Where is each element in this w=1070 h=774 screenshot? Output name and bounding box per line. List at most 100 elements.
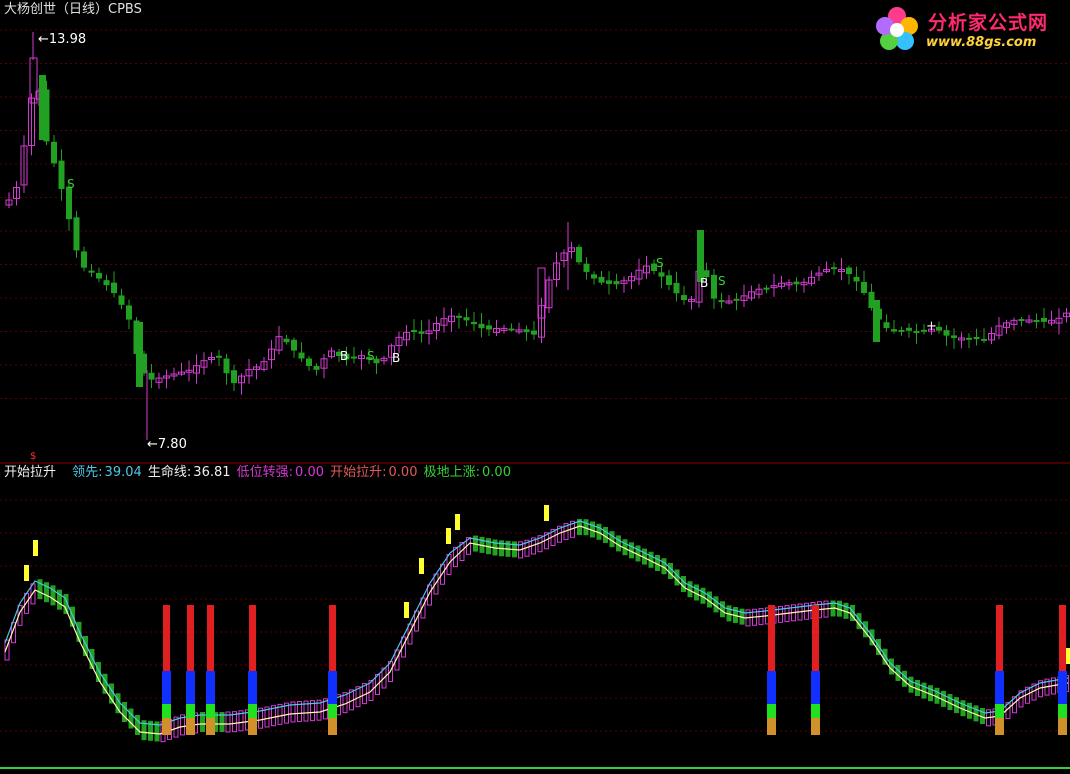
candle-body-down <box>613 281 620 285</box>
candle-body-down <box>103 280 110 286</box>
legend-lead-value: 39.04 <box>104 465 142 480</box>
candle-body-down <box>418 331 425 334</box>
candle-body-down <box>456 315 462 318</box>
flower-logo-icon <box>876 7 918 50</box>
candle-body-down <box>523 329 530 333</box>
signal-col-red <box>249 605 256 671</box>
signal-col-green <box>1058 704 1067 718</box>
legend-polar-label: 极地上涨: <box>423 465 481 480</box>
signal-col-red <box>812 605 819 671</box>
candle-body-down <box>531 330 537 335</box>
candle-body-down <box>966 337 972 340</box>
candle-body-down <box>508 328 515 331</box>
signal-col-orange <box>995 718 1004 735</box>
signal-col-orange <box>811 718 820 735</box>
logo-url[interactable]: www.88gs.com <box>926 35 1036 50</box>
candle-body-down <box>231 370 237 384</box>
signal-label: B <box>340 349 348 363</box>
legend-lifeline-value: 36.81 <box>193 465 231 480</box>
signal-col-blue <box>811 671 820 704</box>
yellow-signal-tick <box>419 558 424 574</box>
candle-body-down <box>831 267 837 270</box>
high-price-label: ←13.98 <box>38 32 86 47</box>
yellow-signal-tick <box>446 528 451 544</box>
candle-body-down <box>58 160 65 189</box>
candle-body-down <box>111 282 117 294</box>
candle-body-down <box>283 338 290 343</box>
candle-body-down <box>471 321 477 325</box>
signal-col-blue <box>1058 671 1067 704</box>
signal-col-green <box>767 704 776 718</box>
candle-body-down <box>118 295 125 305</box>
candle-body-down <box>973 336 980 340</box>
chart-title: 大杨创世（日线）CPBS <box>4 2 142 17</box>
indicator-legend: 开始拉升 领先: 39.04 生命线: 36.81 低位转强: 0.00 开始拉升: 0… <box>4 465 513 480</box>
candle-body-down <box>306 358 312 366</box>
stock-chart-window: ←13.98 ←7.80 $ S B S B S B S + 大杨创世（日线）CPBS 分析家公式网… <box>0 0 1070 774</box>
legend-start-label: 开始拉升: <box>330 465 387 480</box>
yellow-signal-tick <box>404 602 409 618</box>
signal-col-orange <box>162 718 171 735</box>
low-price-label: ←7.80 <box>147 437 187 452</box>
candle-body-down <box>73 217 80 251</box>
candle-body-down <box>763 287 770 290</box>
candle-body-down <box>126 305 132 320</box>
candle-body-down <box>883 322 890 329</box>
signal-label: B <box>700 276 708 290</box>
signal-col-green <box>206 704 215 718</box>
candle-body-down <box>216 355 222 358</box>
signal-col-red <box>768 605 775 671</box>
candle-body-down <box>898 329 905 332</box>
signal-col-blue <box>206 671 215 704</box>
candle-body-down <box>598 276 605 283</box>
candle-body-down <box>96 272 102 279</box>
signal-col-orange <box>206 718 215 735</box>
candle-body-down <box>1041 317 1047 322</box>
candle-body-down <box>793 281 800 285</box>
signal-label: S <box>67 177 75 191</box>
signal-label: S <box>718 274 726 288</box>
candle-body-down <box>591 274 597 279</box>
candle-body-down <box>891 329 897 332</box>
yellow-signal-tick <box>33 540 38 556</box>
legend-polar-value: 0.00 <box>482 465 511 480</box>
candle-body-down <box>943 330 950 336</box>
candle-body-down <box>463 317 470 321</box>
signal-col-green <box>248 704 257 718</box>
candle-body-down <box>1018 319 1025 322</box>
signal-col-red <box>207 605 214 671</box>
signal-col-orange <box>767 718 776 735</box>
candle-body-down <box>411 330 417 333</box>
chart-canvas[interactable]: ←13.98←7.80$SB S BSB S+ <box>0 0 1070 774</box>
candle-body-down <box>733 298 740 301</box>
signal-col-orange <box>186 718 195 735</box>
legend-lowstrong-label: 低位转强: <box>236 465 294 480</box>
signal-col-green <box>328 704 337 718</box>
site-logo: 分析家公式网 www.88gs.com <box>866 0 1070 56</box>
candle-body-down <box>913 330 920 333</box>
candle-body-down <box>1033 319 1040 322</box>
candle-body-down <box>291 339 297 351</box>
signal-col-orange <box>248 718 257 735</box>
candle-body-down <box>39 75 46 140</box>
candle-body-down <box>478 323 485 329</box>
signal-col-green <box>995 704 1004 718</box>
candle-body-down <box>981 338 987 341</box>
candle-body-down <box>697 230 704 282</box>
candle-body-down <box>486 325 492 330</box>
candle-body-down <box>658 272 665 277</box>
yellow-signal-tick <box>544 505 549 521</box>
legend-lifeline-label: 生命线: <box>147 465 192 480</box>
legend-lead-label: 领先: <box>72 465 103 480</box>
signal-label: B <box>392 351 400 365</box>
signal-col-red <box>1059 605 1066 671</box>
signal-col-blue <box>248 671 257 704</box>
signal-col-green <box>811 704 820 718</box>
candle-body-down <box>673 282 680 294</box>
candle-body-down <box>853 276 860 282</box>
candle-body-down <box>66 186 72 220</box>
candle-body-down <box>873 300 880 342</box>
marker-icon: $ <box>30 451 36 462</box>
yellow-signal-tick <box>455 514 460 530</box>
candle-body-down <box>906 327 912 331</box>
